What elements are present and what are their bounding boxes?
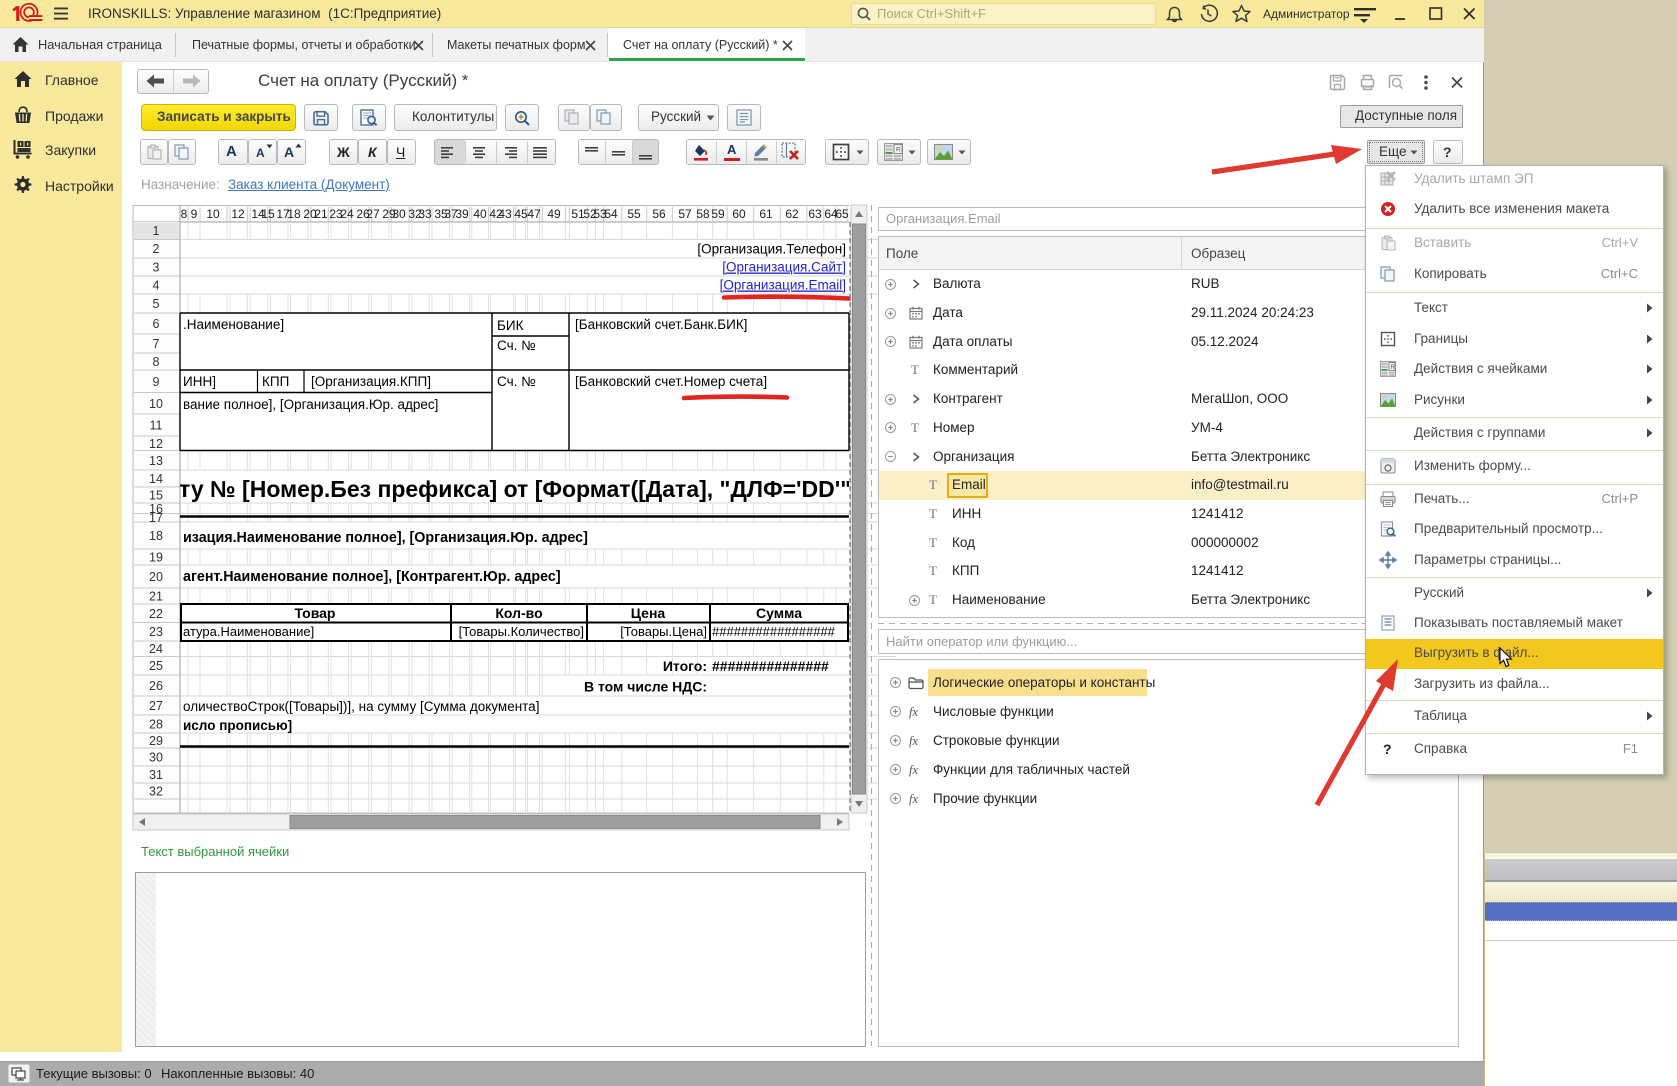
svg-text:ИНН]: ИНН]: [183, 374, 216, 389]
svg-text:вание полное], [Организация.Юр: вание полное], [Организация.Юр. адрес]: [183, 397, 438, 412]
svg-text:агент.Наименование полное], [К: агент.Наименование полное], [Контрагент.…: [183, 569, 561, 585]
svg-text:исло прописью]: исло прописью]: [183, 718, 292, 733]
svg-text:21: 21: [314, 207, 328, 221]
svg-text:39: 39: [455, 207, 469, 221]
svg-text:[Организация.Телефон]: [Организация.Телефон]: [697, 242, 846, 257]
svg-text:R: R: [1391, 365, 1396, 371]
svg-text:[Организация.КПП]: [Организация.КПП]: [311, 374, 431, 389]
svg-text:В том числе НДС:: В том числе НДС:: [584, 679, 707, 695]
svg-text:18: 18: [149, 529, 163, 543]
svg-text:8: 8: [153, 355, 160, 369]
svg-text:12: 12: [149, 437, 163, 451]
svg-text:27: 27: [366, 207, 380, 221]
svg-text:Сумма: Сумма: [756, 605, 802, 621]
svg-text:Итого:: Итого:: [663, 658, 707, 674]
svg-text:54: 54: [604, 207, 618, 221]
svg-text:9: 9: [153, 375, 160, 389]
svg-text:56: 56: [652, 207, 666, 221]
svg-text:65: 65: [835, 207, 849, 221]
svg-text:18: 18: [287, 207, 301, 221]
svg-text:45: 45: [514, 207, 528, 221]
svg-text:оличествоСтрок([Товары])], на: оличествоСтрок([Товары])], на сумму [Сум…: [183, 699, 539, 714]
svg-text:59: 59: [711, 207, 725, 221]
svg-text:10: 10: [149, 397, 163, 411]
svg-text:33: 33: [418, 207, 432, 221]
svg-text:изация.Наименование полное], [: изация.Наименование полное], [Организаци…: [183, 530, 588, 546]
svg-text:Кол-во: Кол-во: [495, 605, 542, 621]
svg-text:1: 1: [153, 224, 160, 238]
svg-text:49: 49: [547, 207, 561, 221]
svg-text:13: 13: [149, 454, 163, 468]
svg-text:6: 6: [153, 317, 160, 331]
svg-text:#################: #################: [712, 624, 836, 639]
svg-text:17: 17: [149, 511, 163, 525]
svg-text:ту № [Номер.Без префикса] от [: ту № [Номер.Без префикса] от [Формат([Да…: [179, 476, 866, 502]
svg-text:43: 43: [498, 207, 512, 221]
svg-text:31: 31: [149, 768, 163, 782]
svg-text:24: 24: [149, 642, 163, 656]
svg-text:23: 23: [149, 625, 163, 639]
svg-text:40: 40: [473, 207, 487, 221]
svg-text:20: 20: [149, 570, 163, 584]
svg-text:30: 30: [149, 751, 163, 765]
svg-text:19: 19: [149, 551, 163, 565]
svg-text:Сч. №: Сч. №: [497, 338, 536, 353]
svg-text:15: 15: [149, 489, 163, 503]
svg-text:4: 4: [153, 279, 160, 293]
svg-text:8: 8: [181, 207, 188, 221]
svg-text:55: 55: [627, 207, 641, 221]
svg-text:[Товары.Цена]: [Товары.Цена]: [620, 624, 707, 639]
svg-text:5: 5: [153, 297, 160, 311]
svg-text:3: 3: [153, 261, 160, 275]
svg-text:12: 12: [231, 207, 245, 221]
svg-text:2: 2: [153, 242, 160, 256]
svg-text:28: 28: [149, 718, 163, 732]
svg-text:КПП: КПП: [262, 374, 289, 389]
svg-text:[Организация.Сайт]: [Организация.Сайт]: [722, 260, 846, 275]
svg-text:15: 15: [261, 207, 275, 221]
svg-text:7: 7: [153, 337, 160, 351]
svg-text:Товар: Товар: [295, 605, 336, 621]
svg-text:###############: ###############: [712, 658, 829, 674]
svg-text:R: R: [896, 147, 901, 154]
svg-text:27: 27: [149, 699, 163, 713]
svg-text:[Банковский счет.Номер счета]: [Банковский счет.Номер счета]: [575, 374, 767, 389]
svg-text:30: 30: [392, 207, 406, 221]
svg-text:57: 57: [678, 207, 692, 221]
svg-text:БИК: БИК: [497, 318, 524, 333]
svg-text:9: 9: [191, 207, 198, 221]
svg-text:62: 62: [785, 207, 799, 221]
svg-text:24: 24: [340, 207, 354, 221]
svg-text:[Организация.Email]: [Организация.Email]: [720, 278, 846, 293]
svg-text:22: 22: [149, 607, 163, 621]
svg-text:25: 25: [149, 659, 163, 673]
svg-text:[Товары.Количество]: [Товары.Количество]: [459, 624, 584, 639]
svg-text:[Банковский счет.Банк.БИК]: [Банковский счет.Банк.БИК]: [575, 317, 747, 332]
svg-text:47: 47: [527, 207, 541, 221]
svg-text:63: 63: [808, 207, 822, 221]
svg-text:29: 29: [149, 734, 163, 748]
svg-text:11: 11: [150, 419, 163, 433]
svg-text:60: 60: [732, 207, 746, 221]
svg-text:32: 32: [149, 785, 163, 799]
svg-text:Цена: Цена: [631, 605, 666, 621]
svg-text:10: 10: [206, 207, 220, 221]
svg-text:14: 14: [149, 472, 163, 486]
svg-text:Сч. №: Сч. №: [497, 374, 536, 389]
svg-text:21: 21: [149, 590, 163, 604]
svg-text:.Наименование]: .Наименование]: [183, 317, 284, 332]
svg-text:атура.Наименование]: атура.Наименование]: [183, 624, 314, 639]
svg-text:26: 26: [149, 679, 163, 693]
svg-text:58: 58: [696, 207, 710, 221]
svg-text:61: 61: [759, 207, 773, 221]
